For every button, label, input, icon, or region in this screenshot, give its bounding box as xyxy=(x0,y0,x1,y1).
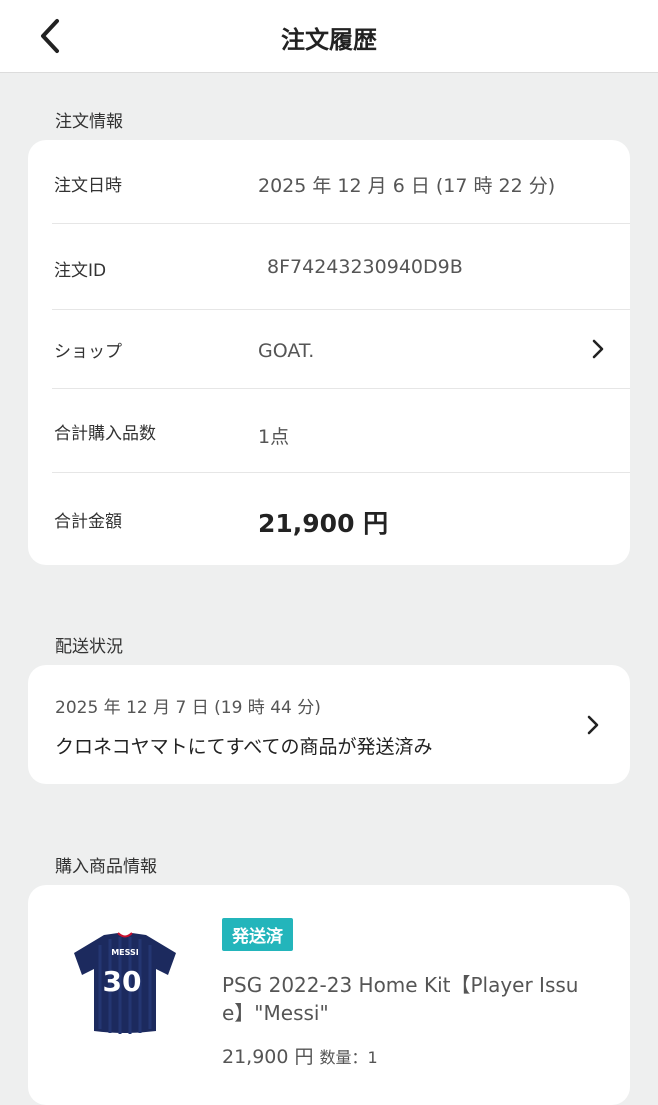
order-date-value: 2025 年 12 月 6 日 (17 時 22 分) xyxy=(258,175,556,197)
shipped-badge: 発送済 xyxy=(222,918,293,951)
shipping-section-title: 配送状況 xyxy=(55,637,123,657)
page-title: 注文履歴 xyxy=(281,26,377,54)
chevron-right-icon xyxy=(583,715,603,735)
jersey-number-text: 30 xyxy=(103,965,142,998)
total-amount-label: 合計金額 xyxy=(54,512,122,532)
shop-row[interactable]: ショップ GOAT. xyxy=(52,310,630,388)
product-image: MESSI 30 xyxy=(74,932,176,1034)
shipping-status-card[interactable]: 2025 年 12 月 7 日 (19 時 44 分) クロネコヤマトにてすべて… xyxy=(28,665,630,784)
product-price-line: 21,900 円数量：1 xyxy=(222,1042,378,1069)
shop-value: GOAT. xyxy=(258,340,315,362)
shop-label: ショップ xyxy=(54,342,122,362)
product-price: 21,900 円 xyxy=(222,1046,314,1068)
order-date-label: 注文日時 xyxy=(54,176,122,196)
order-info-card: 注文日時 2025 年 12 月 6 日 (17 時 22 分) 注文ID 8F… xyxy=(28,140,630,565)
item-count-label: 合計購入品数 xyxy=(54,424,156,444)
shipping-status-text: クロネコヤマトにてすべての商品が発送済み xyxy=(55,736,433,758)
order-date-row: 注文日時 2025 年 12 月 6 日 (17 時 22 分) xyxy=(52,140,630,224)
total-amount-row: 合計金額 21,900 円 xyxy=(52,473,630,565)
product-quantity: 数量：1 xyxy=(319,1048,378,1067)
chevron-right-icon xyxy=(588,339,608,359)
shipping-date: 2025 年 12 月 7 日 (19 時 44 分) xyxy=(55,698,321,718)
product-section-title: 購入商品情報 xyxy=(55,857,157,877)
product-name: PSG 2022-23 Home Kit【Player Issue】"Messi… xyxy=(222,973,579,1025)
order-id-label: 注文ID xyxy=(54,261,107,281)
product-card[interactable]: MESSI 30 発送済 PSG 2022-23 Home Kit【Player… xyxy=(28,885,630,1105)
item-count-row: 合計購入品数 1点 xyxy=(52,389,630,473)
order-id-row: 注文ID 8F74243230940D9B xyxy=(52,224,630,310)
app-header: 注文履歴 xyxy=(0,0,658,73)
total-amount-value: 21,900 円 xyxy=(258,509,389,538)
order-info-section-title: 注文情報 xyxy=(55,112,123,132)
item-count-value: 1点 xyxy=(258,426,290,448)
jersey-name-text: MESSI xyxy=(111,948,139,957)
order-id-value: 8F74243230940D9B xyxy=(267,256,463,278)
